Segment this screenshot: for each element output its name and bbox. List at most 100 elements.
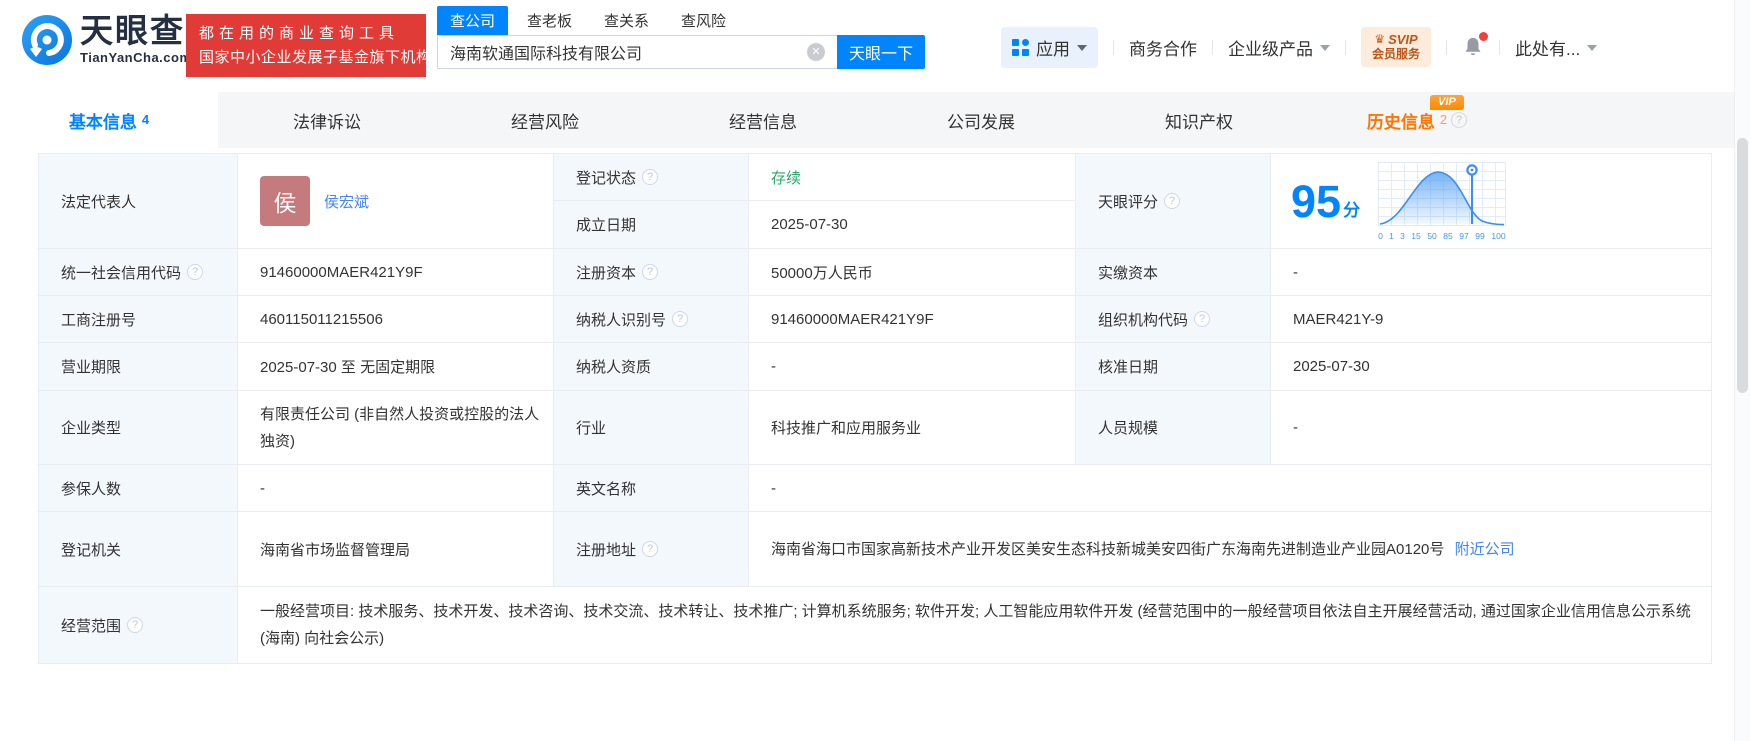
nav-enterprise-products[interactable]: 企业级产品: [1228, 35, 1330, 60]
help-icon[interactable]: ?: [187, 264, 203, 280]
score-distribution-chart: 013 155085 9799100: [1378, 162, 1508, 241]
field-value-paid-capital: -: [1271, 249, 1712, 296]
svip-membership-button[interactable]: ♛SVIP 会员服务: [1361, 27, 1431, 67]
field-label-legal-rep: 法定代表人: [39, 154, 238, 249]
field-value-biz-term: 2025-07-30 至 无固定期限: [238, 343, 554, 391]
brand-name: 天眼查: [80, 14, 192, 48]
field-value-reg-no: 460115011215506: [238, 296, 554, 343]
field-value-english-name: -: [749, 465, 1712, 512]
slogan-banner: 都在用的商业查询工具 国家中小企业发展子基金旗下机构: [186, 14, 426, 77]
tab-company-development[interactable]: 公司发展: [872, 92, 1090, 148]
chevron-down-icon: [1320, 45, 1330, 51]
search-tab-boss[interactable]: 查老板: [514, 6, 585, 35]
search-tab-risk[interactable]: 查风险: [668, 6, 739, 35]
field-label-reg-authority: 登记机关: [39, 512, 238, 587]
search-area: 查公司 查老板 查关系 查风险 ✕ 天眼一下: [437, 8, 925, 69]
scrollbar-thumb[interactable]: [1737, 138, 1748, 393]
divider: [1212, 40, 1213, 55]
user-menu[interactable]: 此处有...: [1515, 35, 1597, 60]
nearby-companies-link[interactable]: 附近公司: [1455, 541, 1515, 558]
field-value-establish-date: 2025-07-30: [749, 201, 1076, 249]
tianyancha-logo-icon: [22, 15, 72, 65]
field-value-biz-scope: 一般经营项目: 技术服务、技术开发、技术咨询、技术交流、技术转让、技术推广; 计…: [238, 587, 1712, 664]
header: 天眼查 TianYanCha.com 都在用的商业查询工具 国家中小企业发展子基…: [0, 0, 1750, 92]
field-value-staff-scale: -: [1271, 391, 1712, 465]
field-value-taxpayer-quality: -: [749, 343, 1076, 391]
tab-operation-risk[interactable]: 经营风险: [436, 92, 654, 148]
field-label-english-name: 英文名称: [554, 465, 749, 512]
tianyancha-logo[interactable]: 天眼查 TianYanCha.com: [22, 14, 192, 65]
apps-menu[interactable]: 应用: [1001, 27, 1098, 68]
field-value-company-type: 有限责任公司 (非自然人投资或控股的法人独资): [238, 391, 554, 465]
field-label-reg-address: 注册地址?: [554, 512, 749, 587]
basic-info-table: 法定代表人 侯 侯宏斌 登记状态? 存续 成立日期 2025-07-30 天眼评…: [38, 153, 1712, 664]
tianyancha-company-page: 天眼查 TianYanCha.com 都在用的商业查询工具 国家中小企业发展子基…: [0, 0, 1750, 741]
tab-intellectual-property[interactable]: 知识产权: [1090, 92, 1308, 148]
tab-operation-info[interactable]: 经营信息: [654, 92, 872, 148]
field-label-paid-capital: 实缴资本: [1076, 249, 1271, 296]
score-axis-ticks: 013 155085 9799100: [1378, 231, 1506, 241]
help-icon[interactable]: ?: [642, 264, 658, 280]
chevron-down-icon: [1587, 45, 1597, 51]
nav-business-cooperation[interactable]: 商务合作: [1129, 35, 1197, 60]
scrollbar[interactable]: [1734, 0, 1750, 741]
score-number: 95: [1291, 179, 1341, 224]
tab-history-info[interactable]: VIP 历史信息 2 ?: [1308, 92, 1526, 148]
tab-count: 2: [1440, 112, 1447, 127]
field-value-insured-num: -: [238, 465, 554, 512]
help-icon[interactable]: ?: [642, 169, 658, 185]
field-value-industry: 科技推广和应用服务业: [749, 391, 1076, 465]
vip-badge: VIP: [1430, 95, 1464, 110]
field-value-legal-rep: 侯 侯宏斌: [238, 154, 554, 249]
search-button[interactable]: 天眼一下: [837, 35, 925, 69]
field-value-reg-capital: 50000万人民币: [749, 249, 1076, 296]
field-label-company-type: 企业类型: [39, 391, 238, 465]
field-label-establish-date: 成立日期: [554, 201, 749, 249]
clear-search-icon[interactable]: ✕: [807, 43, 825, 61]
field-label-biz-term: 营业期限: [39, 343, 238, 391]
search-tab-relation[interactable]: 查关系: [591, 6, 662, 35]
field-label-biz-scope: 经营范围?: [39, 587, 238, 664]
field-label-credit-code: 统一社会信用代码?: [39, 249, 238, 296]
field-label-taxpayer-no: 纳税人识别号?: [554, 296, 749, 343]
chevron-down-icon: [1077, 45, 1087, 51]
search-tabs: 查公司 查老板 查关系 查风险: [437, 8, 925, 35]
field-label-reg-no: 工商注册号: [39, 296, 238, 343]
search-box: ✕ 天眼一下: [437, 35, 925, 69]
slogan-line1: 都在用的商业查询工具: [199, 22, 413, 46]
field-value-reg-address: 海南省海口市国家高新技术产业开发区美安生态科技新城美安四街广东海南先进制造业产业…: [749, 512, 1712, 587]
apps-grid-icon: [1012, 39, 1029, 56]
brand-domain: TianYanCha.com: [80, 50, 192, 65]
help-icon[interactable]: ?: [642, 541, 658, 557]
tab-legal-litigation[interactable]: 法律诉讼: [218, 92, 436, 148]
field-value-reg-authority: 海南省市场监督管理局: [238, 512, 554, 587]
divider: [1446, 40, 1447, 55]
section-tabbar: 基本信息 4 法律诉讼 经营风险 经营信息 公司发展 知识产权 VIP 历史信息…: [0, 92, 1750, 148]
notification-bell-icon[interactable]: [1462, 36, 1484, 58]
field-value-credit-code: 91460000MAER421Y9F: [238, 249, 554, 296]
field-value-reg-status: 存续: [749, 154, 1076, 201]
help-icon[interactable]: ?: [1164, 193, 1180, 209]
field-label-staff-scale: 人员规模: [1076, 391, 1271, 465]
help-icon[interactable]: ?: [672, 311, 688, 327]
legal-rep-link[interactable]: 侯宏斌: [324, 191, 369, 212]
field-label-reg-capital: 注册资本?: [554, 249, 749, 296]
divider: [1499, 40, 1500, 55]
field-value-org-code: MAER421Y-9: [1271, 296, 1712, 343]
help-icon[interactable]: ?: [127, 617, 143, 633]
tab-basic-info[interactable]: 基本信息 4: [0, 92, 218, 148]
field-label-insured-num: 参保人数: [39, 465, 238, 512]
field-value-score[interactable]: 95 分 013: [1271, 154, 1712, 249]
help-icon[interactable]: ?: [1451, 112, 1467, 128]
field-label-org-code: 组织机构代码?: [1076, 296, 1271, 343]
search-tab-company[interactable]: 查公司: [437, 6, 508, 35]
slogan-line2: 国家中小企业发展子基金旗下机构: [199, 46, 413, 70]
crown-icon: ♛: [1374, 32, 1385, 47]
divider: [1345, 40, 1346, 55]
field-label-industry: 行业: [554, 391, 749, 465]
field-label-reg-status: 登记状态?: [554, 154, 749, 201]
field-label-score: 天眼评分?: [1076, 154, 1271, 249]
avatar[interactable]: 侯: [260, 176, 310, 226]
search-input[interactable]: [437, 35, 837, 69]
help-icon[interactable]: ?: [1194, 311, 1210, 327]
